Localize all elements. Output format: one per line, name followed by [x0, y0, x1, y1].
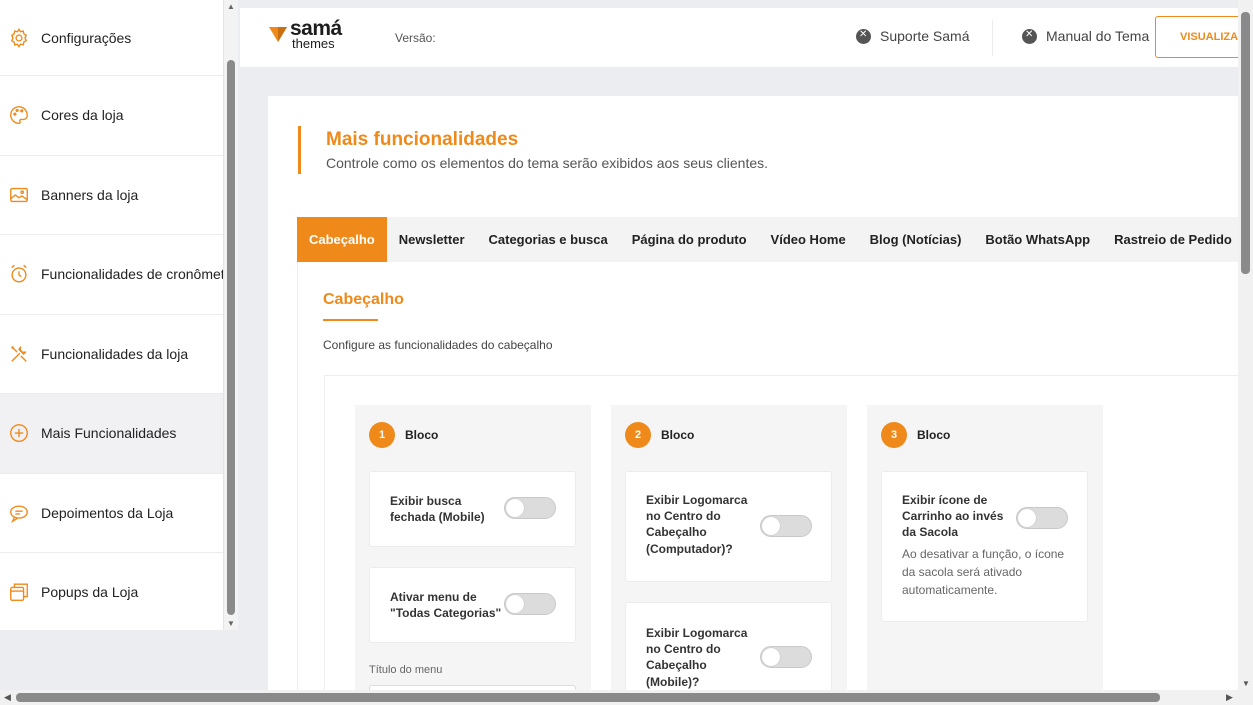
- page-subtitle: Controle como os elementos do tema serão…: [326, 155, 769, 171]
- scroll-left-arrow-icon[interactable]: ◀: [4, 692, 11, 703]
- toggle-icone-carrinho[interactable]: [1016, 507, 1068, 529]
- tab-blog[interactable]: Blog (Notícias): [858, 217, 974, 262]
- sidebar: Configurações Cores da loja Banners da l…: [0, 0, 224, 633]
- bloco-header: 3 Bloco: [881, 422, 950, 448]
- app-root: Configurações Cores da loja Banners da l…: [0, 0, 1253, 705]
- titulo-menu-label: Título do menu: [369, 664, 443, 676]
- tab-bar: Cabeçalho Newsletter Categorias e busca …: [297, 217, 1253, 262]
- suporte-label: Suporte Samá: [880, 28, 970, 44]
- main-card: Mais funcionalidades Controle como os el…: [268, 96, 1253, 705]
- bloco-3: 3 Bloco Exibir ícone de Carrinho ao invé…: [867, 405, 1103, 705]
- section-title-underline: [323, 319, 378, 321]
- tools-icon: [8, 343, 30, 365]
- sidebar-item-configuracoes[interactable]: Configurações: [0, 0, 223, 76]
- scroll-down-arrow-icon[interactable]: ▼: [227, 619, 235, 628]
- sidebar-item-cronometro[interactable]: Funcionalidades de cronômetro: [0, 235, 223, 315]
- toggle-busca-fechada[interactable]: [504, 497, 556, 519]
- lifebuoy-icon: [1022, 28, 1037, 44]
- section-subtitle: Configure as funcionalidades do cabeçalh…: [323, 338, 553, 352]
- option-label: Ativar menu de "Todas Categorias": [390, 590, 502, 621]
- sidebar-item-label: Mais Funcionalidades: [41, 425, 177, 442]
- scroll-up-arrow-icon[interactable]: ▲: [227, 2, 235, 11]
- bloco-label: Bloco: [405, 428, 439, 442]
- lifebuoy-icon: [856, 28, 871, 44]
- bloco-number-badge: 1: [369, 422, 395, 448]
- option-busca-fechada: Exibir busca fechada (Mobile): [369, 471, 576, 547]
- sidebar-scrollbar-thumb[interactable]: [227, 60, 235, 615]
- sidebar-item-label: Cores da loja: [41, 107, 124, 124]
- palette-icon: [8, 104, 30, 126]
- logo[interactable]: samá themes: [268, 18, 342, 50]
- sidebar-item-label: Popups da Loja: [41, 584, 139, 601]
- bloco-1: 1 Bloco Exibir busca fechada (Mobile) At…: [355, 405, 591, 705]
- popup-window-icon: [8, 581, 30, 603]
- sidebar-item-label: Depoimentos da Loja: [41, 504, 174, 521]
- option-label: Exibir ícone de Carrinho ao invés da Sac…: [902, 493, 1004, 540]
- bloco-label: Bloco: [917, 428, 951, 442]
- page-horizontal-scrollbar-thumb[interactable]: [16, 693, 1160, 702]
- tab-rastreio[interactable]: Rastreio de Pedido: [1102, 217, 1244, 262]
- chat-bubble-icon: [8, 502, 30, 524]
- toggle-logo-centro-computador[interactable]: [760, 515, 812, 537]
- tab-newsletter[interactable]: Newsletter: [387, 217, 477, 262]
- option-label: Exibir Logomarca no Centro do Cabeçalho …: [646, 626, 748, 689]
- top-bar: samá themes Versão: Suporte Samá Manual …: [240, 8, 1253, 67]
- bloco-2: 2 Bloco Exibir Logomarca no Centro do Ca…: [611, 405, 847, 705]
- tab-video-home[interactable]: Vídeo Home: [759, 217, 858, 262]
- plus-circle-icon: [8, 422, 30, 444]
- sidebar-item-label: Funcionalidades de cronômetro: [41, 266, 223, 283]
- toggle-menu-todas-categorias[interactable]: [504, 593, 556, 615]
- option-logo-centro-computador: Exibir Logomarca no Centro do Cabeçalho …: [625, 471, 832, 582]
- version-label: Versão:: [395, 31, 436, 45]
- page-vertical-scrollbar-thumb[interactable]: [1241, 12, 1250, 274]
- suporte-link[interactable]: Suporte Samá: [856, 28, 970, 44]
- option-label: Exibir Logomarca no Centro do Cabeçalho …: [646, 493, 748, 556]
- sidebar-item-mais-funcionalidades[interactable]: Mais Funcionalidades: [0, 394, 223, 474]
- sidebar-item-funcionalidades[interactable]: Funcionalidades da loja: [0, 315, 223, 394]
- tab-cabecalho[interactable]: Cabeçalho: [297, 217, 387, 262]
- alarm-clock-icon: [8, 263, 30, 285]
- option-description: Ao desativar a função, o ícone da sacola…: [902, 547, 1065, 597]
- bloco-number-badge: 2: [625, 422, 651, 448]
- sidebar-item-banners[interactable]: Banners da loja: [0, 156, 223, 235]
- logo-text-themes: themes: [292, 36, 335, 51]
- scroll-down-arrow-icon[interactable]: ▼: [1242, 679, 1250, 688]
- manual-link[interactable]: Manual do Tema: [1022, 28, 1149, 44]
- logo-mark-icon: [269, 27, 287, 42]
- manual-label: Manual do Tema: [1046, 28, 1150, 44]
- section-title: Cabeçalho: [323, 291, 404, 308]
- sidebar-item-label: Funcionalidades da loja: [41, 345, 189, 362]
- option-label: Exibir busca fechada (Mobile): [390, 494, 485, 525]
- bloco-number-badge: 3: [881, 422, 907, 448]
- sidebar-item-cores[interactable]: Cores da loja: [0, 76, 223, 156]
- image-icon: [8, 184, 30, 206]
- sidebar-item-popups[interactable]: Popups da Loja: [0, 553, 223, 633]
- option-icone-carrinho: Exibir ícone de Carrinho ao invés da Sac…: [881, 471, 1088, 622]
- toggle-logo-centro-mobile[interactable]: [760, 646, 812, 668]
- sidebar-item-label: Banners da loja: [41, 186, 139, 203]
- blocks-container: 1 Bloco Exibir busca fechada (Mobile) At…: [324, 375, 1253, 705]
- tab-panel-cabecalho: Cabeçalho Configure as funcionalidades d…: [297, 262, 1253, 705]
- page-horizontal-scrollbar[interactable]: ◀ ▶: [0, 690, 1253, 705]
- option-menu-todas-categorias: Ativar menu de "Todas Categorias": [369, 567, 576, 643]
- page-heading: Mais funcionalidades Controle como os el…: [298, 126, 768, 174]
- page-title: Mais funcionalidades: [326, 129, 519, 150]
- tab-categorias-busca[interactable]: Categorias e busca: [477, 217, 620, 262]
- sidebar-item-label: Configurações: [41, 29, 132, 46]
- gear-icon: [8, 27, 30, 49]
- bloco-label: Bloco: [661, 428, 695, 442]
- tab-whatsapp[interactable]: Botão WhatsApp: [973, 217, 1102, 262]
- scroll-right-arrow-icon[interactable]: ▶: [1226, 692, 1233, 703]
- divider: [992, 20, 993, 56]
- sidebar-item-depoimentos[interactable]: Depoimentos da Loja: [0, 474, 223, 553]
- page-vertical-scrollbar[interactable]: ▼: [1238, 0, 1253, 690]
- sidebar-scrollbar[interactable]: ▲ ▼: [224, 0, 238, 630]
- bloco-header: 2 Bloco: [625, 422, 694, 448]
- tab-pagina-produto[interactable]: Página do produto: [620, 217, 759, 262]
- bloco-header: 1 Bloco: [369, 422, 438, 448]
